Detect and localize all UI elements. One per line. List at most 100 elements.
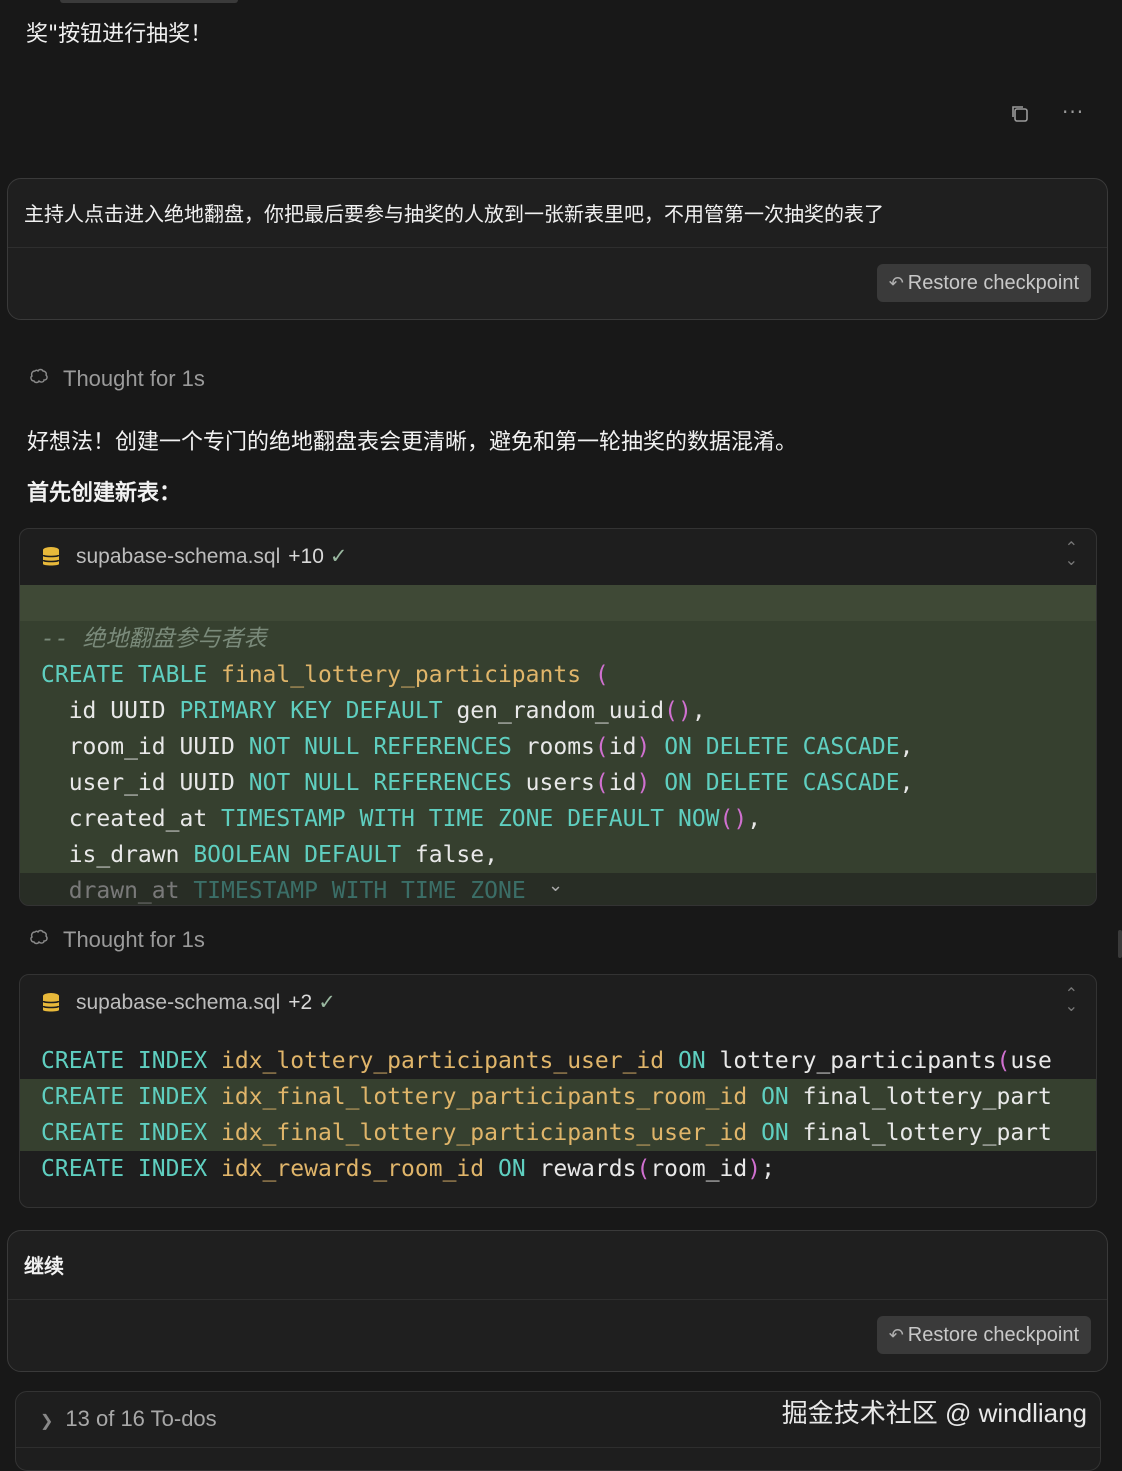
code-line: CREATE INDEX idx_rewards_room_id ON rewa…	[20, 1151, 1096, 1187]
code-token: id UUID	[41, 698, 180, 724]
code-token: PRIMARY KEY DEFAULT	[179, 698, 457, 724]
code-token: (	[996, 1048, 1011, 1074]
expand-collapse-icon[interactable]: ⌃ ⌄	[1065, 987, 1078, 1015]
todo-count: 13 of 16 To-dos	[65, 1406, 217, 1431]
code-token: CREATE INDEX	[41, 1084, 222, 1110]
code-token: (	[594, 734, 609, 760]
database-icon	[42, 992, 60, 1014]
code-token: ()	[719, 806, 748, 832]
filename-text: supabase-schema.sql	[76, 991, 281, 1014]
brain-icon	[29, 368, 53, 391]
code-token: room_id UUID	[41, 734, 249, 760]
code-line: -- 绝地翻盘参与者表	[20, 621, 1096, 657]
code-token: ,	[899, 734, 914, 760]
code-token: ON	[761, 1084, 803, 1110]
code-line: room_id UUID NOT NULL REFERENCES rooms(i…	[20, 729, 1096, 765]
code-token: ,	[691, 698, 706, 724]
diff-count: +2	[288, 991, 313, 1014]
reply-paragraph: 好想法！创建一个专门的绝地翻盘表会更清晰，避免和第一轮抽奖的数据混淆。	[27, 430, 798, 455]
code-token: id	[608, 734, 637, 760]
code-token: ON DELETE CASCADE	[664, 770, 900, 796]
restore-checkpoint-button[interactable]: ↶ Restore checkpoint	[876, 264, 1091, 302]
check-icon: ✓	[318, 991, 336, 1014]
code-filename[interactable]: supabase-schema.sql +2 ✓	[76, 990, 336, 1015]
user-message-text: 主持人点击进入绝地翻盘，你把最后要参与抽奖的人放到一张新表里吧，不用管第一次抽奖…	[8, 179, 1107, 248]
database-icon	[42, 546, 60, 568]
code-token: NOT NULL REFERENCES	[248, 770, 526, 796]
code-token: (	[594, 770, 609, 796]
restore-checkpoint-label: Restore checkpoint	[907, 1324, 1079, 1346]
todo-toggle[interactable]: ❯ 13 of 16 To-dos	[40, 1406, 217, 1432]
restore-checkpoint-button[interactable]: ↶ Restore checkpoint	[876, 1316, 1091, 1354]
code-token: ;	[761, 1156, 775, 1182]
chevron-down-icon[interactable]: ⌄	[548, 875, 563, 896]
undo-icon: ↶	[888, 1325, 904, 1345]
code-token: room_id	[650, 1156, 748, 1182]
code-token: ON DELETE CASCADE	[664, 734, 900, 760]
code-token: final_lottery_part	[802, 1084, 1052, 1110]
code-token: users	[525, 770, 595, 796]
code-token: )	[636, 734, 665, 760]
code-token: ,	[747, 806, 762, 832]
check-icon: ✓	[329, 545, 348, 568]
code-token: id	[608, 770, 637, 796]
code-token: ON	[761, 1120, 803, 1146]
thought-indicator-2[interactable]: Thought for 1s	[29, 927, 205, 953]
code-header: supabase-schema.sql +2 ✓ ⌃ ⌄	[20, 975, 1096, 1031]
code-token: ,	[899, 770, 914, 796]
code-line: id UUID PRIMARY KEY DEFAULT gen_random_u…	[20, 693, 1096, 729]
divider	[16, 1447, 1100, 1448]
code-token: CREATE INDEX	[41, 1120, 222, 1146]
undo-icon: ↶	[888, 273, 904, 293]
code-token: final_lottery_part	[802, 1120, 1052, 1146]
code-token: CREATE TABLE	[41, 662, 222, 688]
code-token: (	[636, 1156, 651, 1182]
diff-count: +10	[288, 545, 324, 568]
code-block-1[interactable]: supabase-schema.sql +10 ✓ ⌃ ⌄ -- 绝地翻盘参与者表 CR…	[19, 528, 1097, 906]
brain-icon	[29, 929, 53, 952]
reply-heading: 首先创建新表：	[27, 481, 182, 506]
code-token: NOT NULL REFERENCES	[248, 734, 526, 760]
more-icon[interactable]: ···	[1062, 100, 1084, 124]
thought-label: Thought for 1s	[63, 927, 205, 952]
code-token: ON	[497, 1156, 540, 1182]
code-line: CREATE TABLE final_lottery_participants …	[20, 657, 1096, 693]
user-message-card[interactable]: 主持人点击进入绝地翻盘，你把最后要参与抽奖的人放到一张新表里吧，不用管第一次抽奖…	[7, 178, 1108, 320]
code-token: created_at	[41, 806, 222, 832]
filename-text: supabase-schema.sql	[76, 545, 281, 568]
code-token: idx_final_lottery_participants_room_id	[221, 1084, 762, 1110]
code-token: false,	[414, 842, 498, 868]
code-line: CREATE INDEX idx_lottery_participants_us…	[20, 1043, 1096, 1079]
code-token: BOOLEAN DEFAULT	[193, 842, 415, 868]
code-token: ON	[677, 1048, 720, 1074]
code-token: use	[1010, 1048, 1052, 1074]
code-line	[20, 585, 1096, 621]
watermark: 掘金技术社区 @ windliang	[781, 1398, 1087, 1428]
code-token: drawn_at	[41, 878, 194, 904]
code-token: idx_final_lottery_participants_user_id	[221, 1120, 762, 1146]
code-token: final_lottery_participants	[221, 662, 595, 688]
copy-icon[interactable]	[1008, 102, 1032, 131]
code-line: is_drawn BOOLEAN DEFAULT false,	[20, 837, 1096, 873]
previous-message-tail: 奖"按钮进行抽奖！	[26, 22, 213, 47]
code-token: idx_lottery_participants_user_id	[221, 1048, 678, 1074]
code-token: -- 绝地翻盘参与者表	[41, 626, 267, 652]
code-token: gen_random_uuid	[456, 698, 665, 724]
user-message-card-2[interactable]: 继续 ↶ Restore checkpoint	[7, 1230, 1108, 1372]
code-body: -- 绝地翻盘参与者表 CREATE TABLE final_lottery_pa…	[20, 585, 1096, 905]
code-line: CREATE INDEX idx_final_lottery_participa…	[20, 1115, 1096, 1151]
code-header: supabase-schema.sql +10 ✓ ⌃ ⌄	[20, 529, 1096, 585]
code-filename[interactable]: supabase-schema.sql +10 ✓	[76, 544, 348, 569]
expand-collapse-icon[interactable]: ⌃ ⌄	[1065, 541, 1078, 569]
code-token: user_id UUID	[41, 770, 249, 796]
thought-indicator[interactable]: Thought for 1s	[29, 366, 205, 392]
code-token: TIMESTAMP WITH TIME ZONE	[193, 878, 526, 904]
code-block-2[interactable]: supabase-schema.sql +2 ✓ ⌃ ⌄ CREATE INDEX i…	[19, 974, 1097, 1208]
code-body: CREATE INDEX idx_lottery_participants_us…	[20, 1043, 1096, 1187]
code-token: is_drawn	[41, 842, 194, 868]
code-token: ()	[664, 698, 692, 724]
user-message-text: 继续	[8, 1231, 1107, 1300]
scrollbar[interactable]	[1118, 930, 1122, 958]
code-token: lottery_participants	[719, 1048, 997, 1074]
code-token: idx_rewards_room_id	[221, 1156, 498, 1182]
